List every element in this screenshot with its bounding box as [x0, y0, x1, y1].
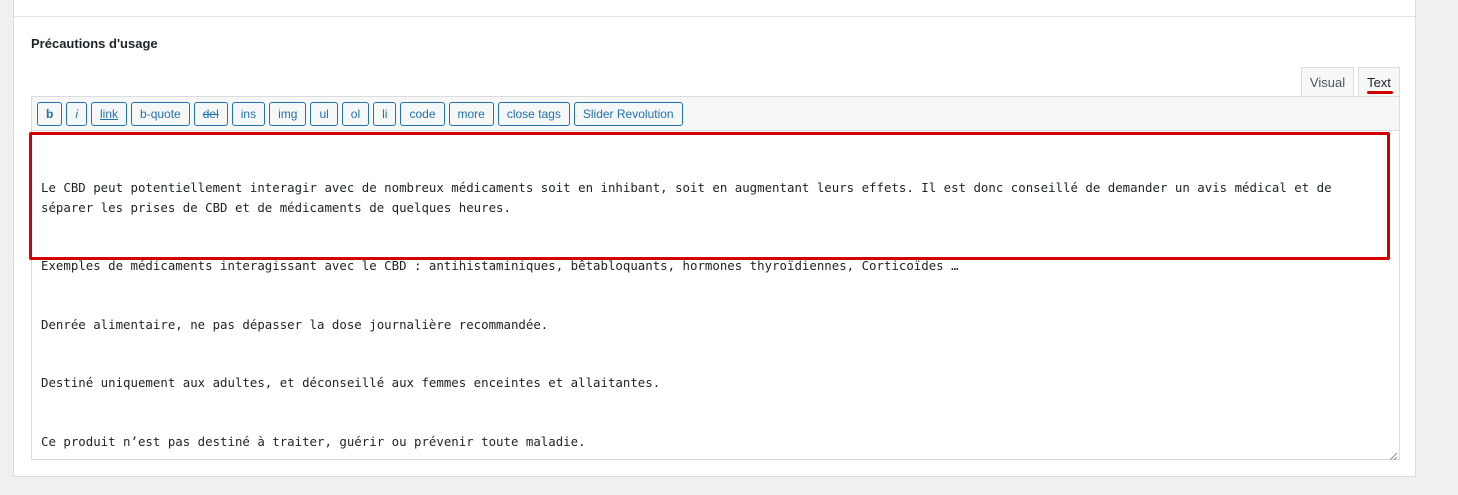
- italic-button[interactable]: i: [66, 101, 88, 126]
- ins-button[interactable]: ins: [231, 101, 266, 126]
- content-line: Destiné uniquement aux adultes, et décon…: [41, 375, 661, 390]
- content-line: Le CBD peut potentiellement interagir av…: [41, 180, 1340, 215]
- blockquote-button[interactable]: b-quote: [131, 101, 190, 126]
- quicktags-toolbar: b i link b-quote del ins img ul ol li co…: [32, 97, 1399, 131]
- meta-box-panel: Précautions d'usage Visual Text b i link…: [13, 0, 1416, 477]
- more-button[interactable]: more: [448, 101, 494, 126]
- code-button[interactable]: code: [400, 101, 445, 126]
- ul-button[interactable]: ul: [310, 101, 338, 126]
- content-line: Denrée alimentaire, ne pas dépasser la d…: [41, 316, 549, 332]
- li-button[interactable]: li: [373, 101, 397, 126]
- field-label: Précautions d'usage: [31, 36, 158, 51]
- del-button[interactable]: del: [193, 101, 228, 126]
- link-button[interactable]: link: [91, 101, 128, 126]
- resize-handle-icon[interactable]: [1388, 448, 1398, 461]
- tab-visual[interactable]: Visual: [1301, 67, 1354, 96]
- bold-button[interactable]: b: [37, 101, 63, 126]
- text-editor: b i link b-quote del ins img ul ol li co…: [31, 96, 1400, 461]
- editor-textarea[interactable]: Le CBD peut potentiellement interagir av…: [32, 132, 1399, 459]
- ol-button[interactable]: ol: [341, 101, 370, 126]
- content-line: Ce produit n’est pas destiné à traiter, …: [41, 433, 586, 449]
- content-line: Exemples de médicaments interagissant av…: [41, 258, 959, 273]
- divider: [14, 16, 1415, 17]
- close-tags-button[interactable]: close tags: [497, 101, 570, 126]
- slider-revolution-button[interactable]: Slider Revolution: [573, 101, 683, 126]
- active-tab-underline: [1367, 91, 1393, 94]
- img-button[interactable]: img: [269, 101, 307, 126]
